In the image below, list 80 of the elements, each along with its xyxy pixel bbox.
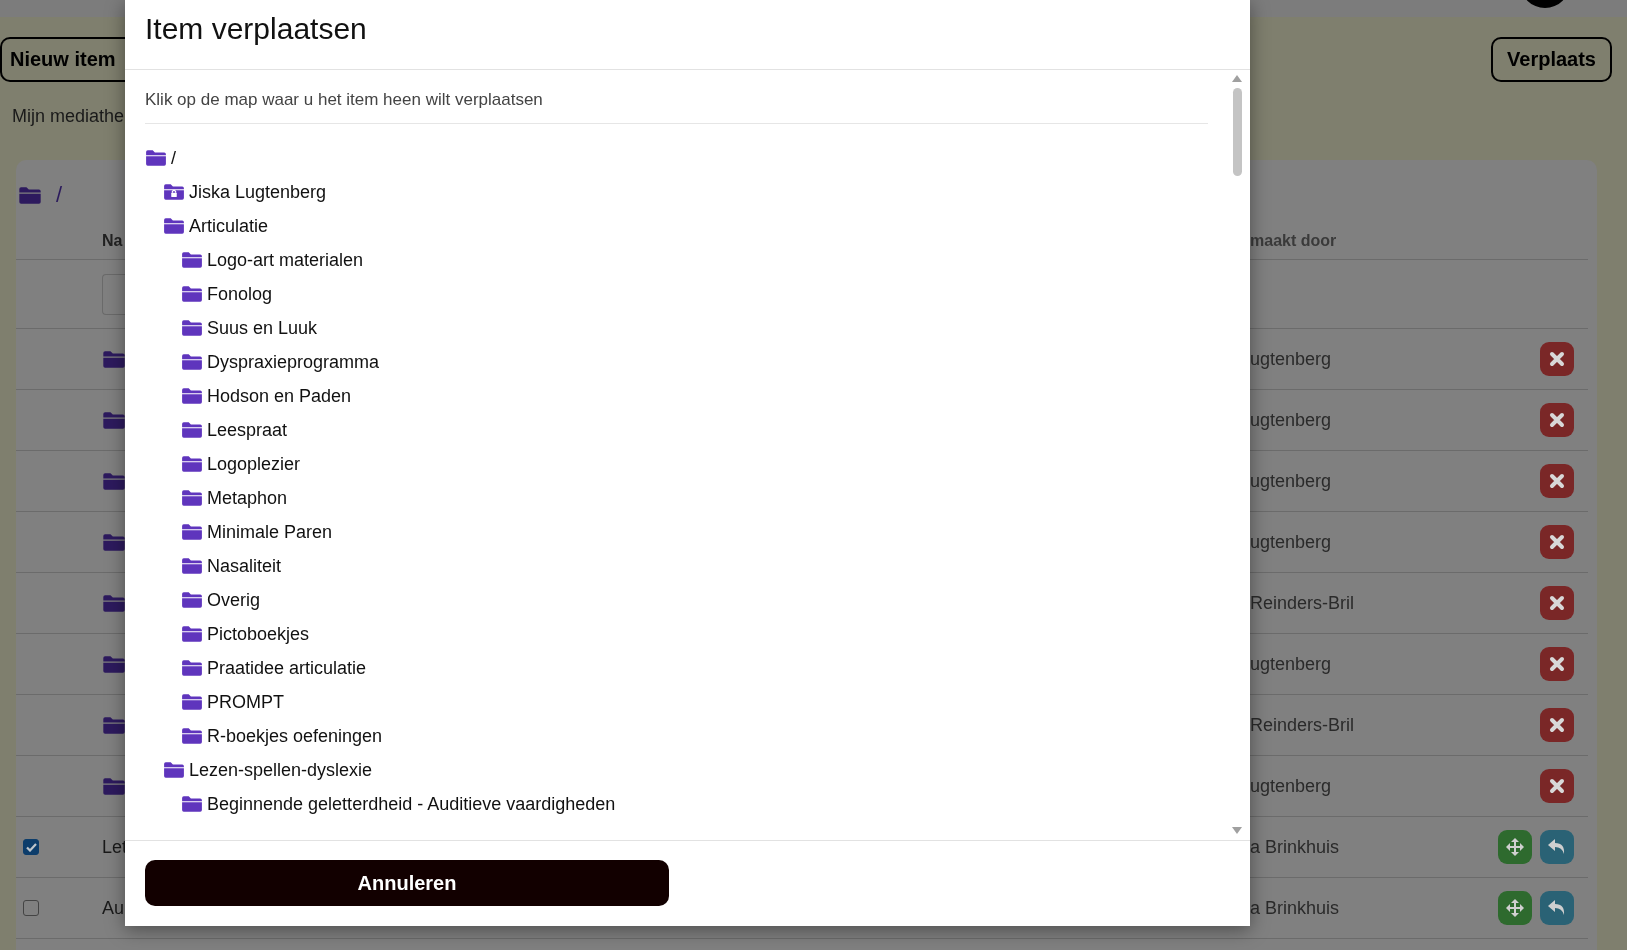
creator-name: Reinders-Bril: [1250, 592, 1355, 614]
folder-icon: [18, 185, 42, 205]
breadcrumb-path[interactable]: /: [56, 182, 63, 208]
creator-name: ugtenberg: [1250, 409, 1332, 431]
delete-button[interactable]: [1540, 708, 1574, 742]
folder-item[interactable]: Nasaliteit: [181, 549, 1208, 583]
creator-name: Reinders-Bril: [1250, 714, 1355, 736]
item-name: Au: [102, 897, 125, 919]
undo-button[interactable]: [1540, 830, 1574, 864]
close-icon: [1549, 778, 1565, 794]
folder-item[interactable]: Logoplezier: [181, 447, 1208, 481]
dialog-title: Item verplaatsen: [145, 12, 368, 46]
checkbox[interactable]: [23, 900, 39, 916]
folder-icon: [102, 349, 126, 369]
folder-item[interactable]: Hodson en Paden: [181, 379, 1208, 413]
close-icon: [1549, 656, 1565, 672]
close-icon: [1549, 595, 1565, 611]
folder-item[interactable]: Jiska Lugtenberg: [163, 175, 1208, 209]
close-icon: [1549, 534, 1565, 550]
column-header: Na: [102, 231, 123, 249]
folder-icon: [102, 715, 126, 735]
folder-icon: [102, 471, 126, 491]
folder-item[interactable]: /: [145, 141, 1208, 175]
folder-item[interactable]: Suus en Luuk: [181, 311, 1208, 345]
folder-item[interactable]: Dyspraxieprogramma: [181, 345, 1208, 379]
creator-name: ugtenberg: [1250, 531, 1332, 553]
move-button[interactable]: Verplaats: [1491, 37, 1612, 82]
item-name: Let: [102, 836, 128, 858]
folder-item[interactable]: Logo-art materialen: [181, 243, 1208, 277]
creator-name: ugtenberg: [1250, 348, 1332, 370]
folder-item[interactable]: PROMPT: [181, 685, 1208, 719]
delete-button[interactable]: [1540, 769, 1574, 803]
close-icon: [1549, 412, 1565, 428]
cancel-button[interactable]: Annuleren: [145, 860, 669, 906]
folder-icon: [102, 776, 126, 796]
move-arrows-icon: [1505, 898, 1525, 918]
folder-icon: [102, 593, 126, 613]
folder-item[interactable]: Articulatie: [163, 209, 1208, 243]
folder-item[interactable]: Pictoboekjes: [181, 617, 1208, 651]
close-icon: [1549, 351, 1565, 367]
folder-item[interactable]: Fonolog: [181, 277, 1208, 311]
creator-name: a Brinkhuis: [1250, 897, 1340, 919]
folder-item[interactable]: Praatidee articulatie: [181, 651, 1208, 685]
move-button[interactable]: [1498, 891, 1532, 925]
section-title: Mijn mediathe: [12, 106, 126, 127]
move-button[interactable]: [1498, 830, 1532, 864]
close-icon: [1549, 473, 1565, 489]
checkbox[interactable]: [23, 839, 39, 855]
delete-button[interactable]: [1540, 464, 1574, 498]
scroll-down-icon[interactable]: [1232, 827, 1242, 834]
undo-arrow-icon: [1547, 899, 1567, 917]
folder-icon: [102, 654, 126, 674]
scrollbar-thumb[interactable]: [1232, 88, 1242, 176]
instruction-text: Klik op de map waar u het item heen wilt verplaatsen: [145, 70, 1208, 124]
delete-button[interactable]: [1540, 586, 1574, 620]
creator-name: a Brinkhuis: [1250, 836, 1340, 858]
filter-field[interactable]: [102, 273, 125, 315]
folder-item[interactable]: Metaphon: [181, 481, 1208, 515]
close-icon: [1549, 717, 1565, 733]
creator-name: ugtenberg: [1250, 470, 1332, 492]
move-arrows-icon: [1505, 837, 1525, 857]
creator-name: ugtenberg: [1250, 775, 1332, 797]
undo-button[interactable]: [1540, 891, 1574, 925]
folder-item[interactable]: R-boekjes oefeningen: [181, 719, 1208, 753]
folder-item[interactable]: Leespraat: [181, 413, 1208, 447]
delete-button[interactable]: [1540, 342, 1574, 376]
undo-arrow-icon: [1547, 838, 1567, 856]
delete-button[interactable]: [1540, 647, 1574, 681]
checkmark-icon: [25, 842, 37, 852]
folder-item[interactable]: Overig: [181, 583, 1208, 617]
folder-item[interactable]: Beginnende geletterdheid - Auditieve vaardigheden: [181, 787, 1208, 821]
column-header: maakt door: [1250, 231, 1337, 250]
folder-item[interactable]: Lezen-spellen-dyslexie: [163, 753, 1208, 787]
folder-icon: [102, 532, 126, 552]
folder-item[interactable]: Minimale Paren: [181, 515, 1208, 549]
folder-icon: [102, 410, 126, 430]
scroll-up-icon[interactable]: [1232, 75, 1242, 82]
delete-button[interactable]: [1540, 403, 1574, 437]
creator-name: ugtenberg: [1250, 653, 1332, 675]
delete-button[interactable]: [1540, 525, 1574, 559]
